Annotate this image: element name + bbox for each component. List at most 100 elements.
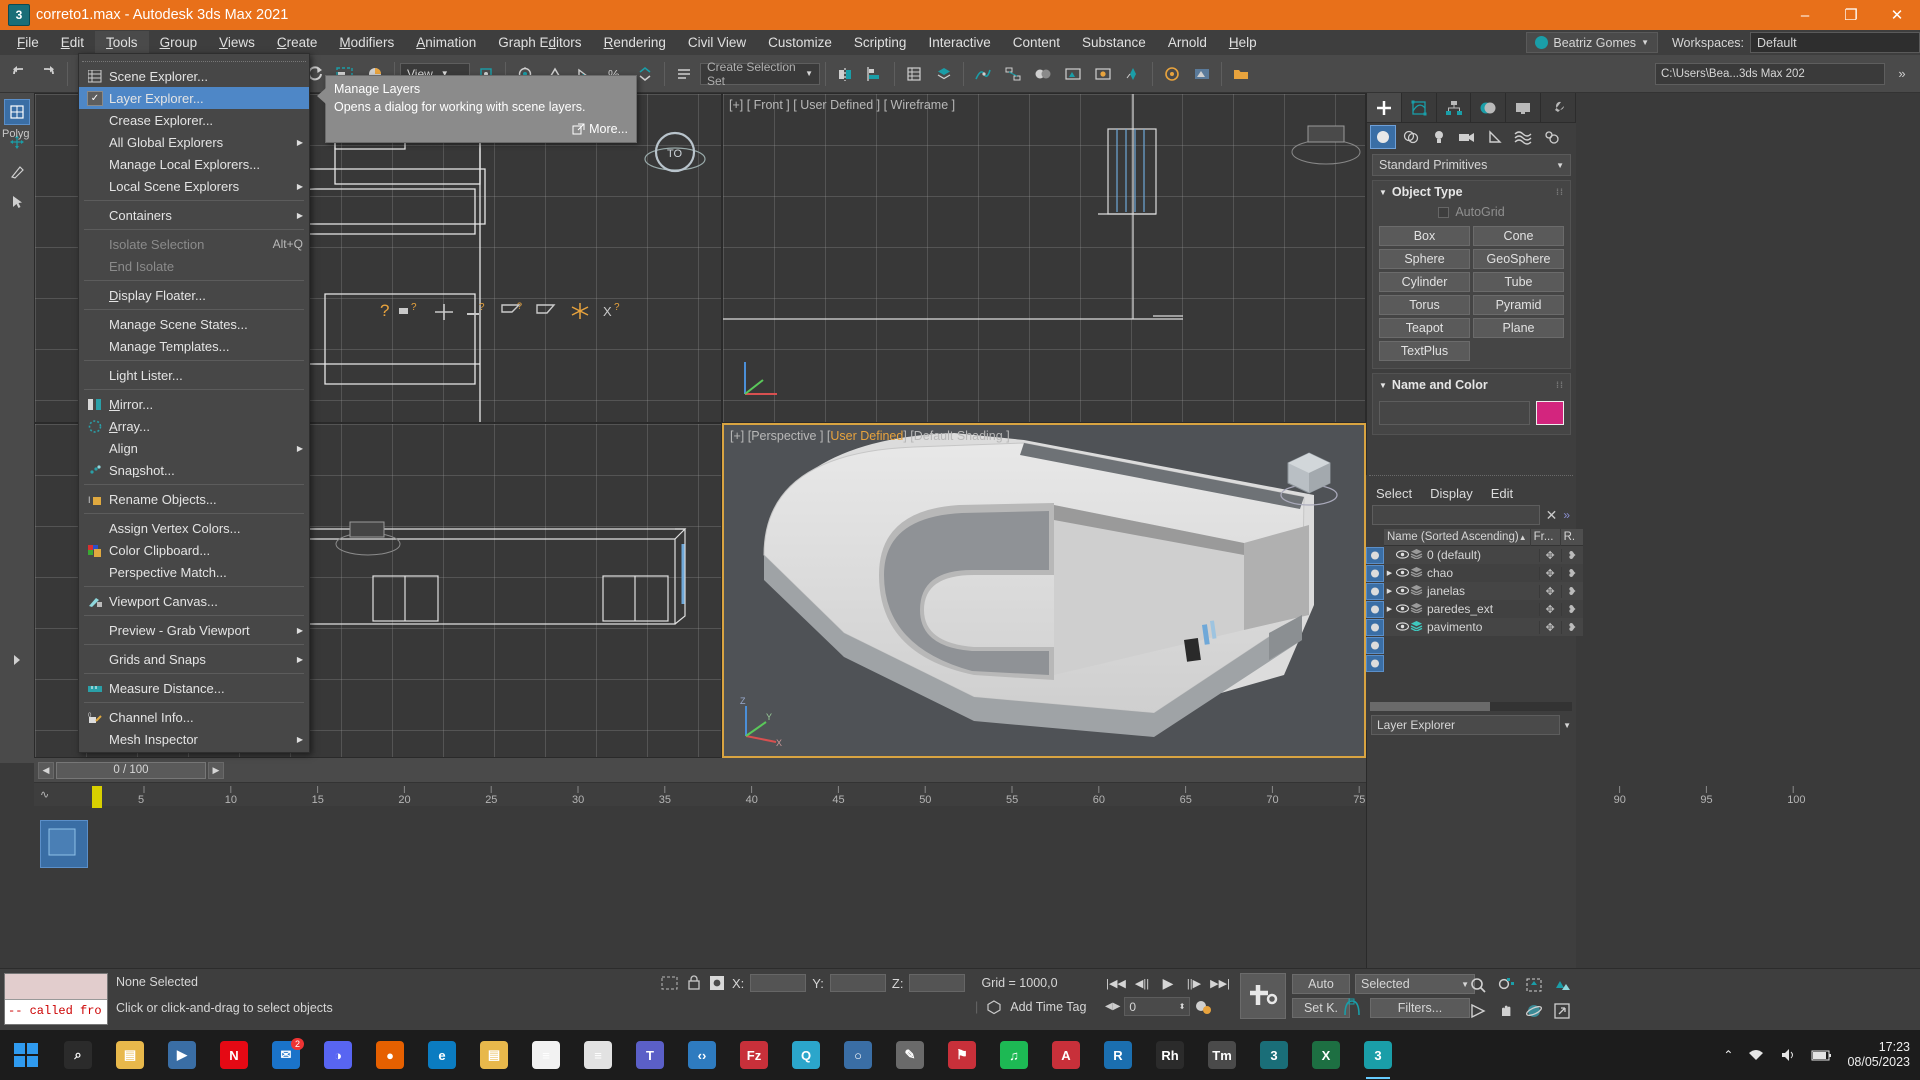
tools-menu-display-floater[interactable]: Display Floater... [79, 284, 309, 306]
edit-named-selection-icon[interactable] [670, 60, 698, 88]
menu-rendering[interactable]: Rendering [593, 31, 677, 54]
primitive-tube-button[interactable]: Tube [1473, 272, 1564, 292]
menu-help[interactable]: Help [1218, 31, 1268, 54]
menu-file[interactable]: File [6, 31, 50, 54]
layer-name[interactable]: paredes_ext [1424, 602, 1539, 616]
discord-icon[interactable]: ◑ [312, 1030, 364, 1080]
primitive-cone-button[interactable]: Cone [1473, 226, 1564, 246]
lights-icon[interactable] [1426, 125, 1452, 149]
time-slider-handle[interactable]: 0 / 100 [56, 761, 206, 779]
rhino-icon[interactable]: Rh [1144, 1030, 1196, 1080]
cameras-icon[interactable] [1454, 125, 1480, 149]
time-prev-button[interactable]: ◀ [38, 761, 54, 779]
display-tab-icon[interactable] [1506, 93, 1542, 122]
freeze-toggle-icon[interactable]: ✥ [1538, 548, 1561, 562]
layer-name[interactable]: 0 (default) [1424, 548, 1539, 562]
close-button[interactable]: ✕ [1874, 0, 1920, 30]
clear-x-icon[interactable]: ✕ [1546, 507, 1558, 524]
tools-menu-scene-explorer[interactable]: Scene Explorer... [79, 65, 309, 87]
expand-triangle-icon[interactable]: ▶ [1384, 605, 1395, 613]
go-to-end-icon[interactable]: ▶▶| [1209, 973, 1231, 993]
viewport-front[interactable]: [+] [ Front ] [ User Defined ] [ Wirefra… [722, 93, 1366, 423]
caddy-question-icon[interactable]: ? [380, 301, 389, 321]
render-toggle-icon[interactable]: ❥ [1560, 566, 1583, 580]
layer-row[interactable]: ▶ paredes_ext ✥ ❥ [1384, 600, 1583, 618]
primitive-box-button[interactable]: Box [1379, 226, 1470, 246]
tools-menu-local-scene-explorers[interactable]: Local Scene Explorers ▶ [79, 175, 309, 197]
select-arrow-icon[interactable] [4, 189, 30, 215]
tools-menu-preview-grab-viewport[interactable]: Preview - Grab Viewport ▶ [79, 619, 309, 641]
layer-explorer-name-field[interactable]: Layer Explorer [1371, 715, 1561, 735]
teams-icon[interactable]: T [624, 1030, 676, 1080]
visibility-eye-icon[interactable] [1395, 548, 1409, 562]
workspace-select[interactable]: Default [1750, 32, 1920, 53]
expand-triangle-icon[interactable]: ▶ [1384, 587, 1395, 595]
helpers-icon[interactable] [1366, 619, 1384, 636]
zoom-icon[interactable] [1465, 973, 1491, 997]
menu-modifiers[interactable]: Modifiers [328, 31, 405, 54]
open-explorer-icon[interactable] [1158, 60, 1186, 88]
edit-poly-icon[interactable] [4, 159, 30, 185]
tools-menu-array[interactable]: Array... [79, 415, 309, 437]
lights-icon[interactable] [1366, 583, 1384, 600]
render-toggle-icon[interactable]: ❥ [1560, 584, 1583, 598]
tools-menu-layer-explorer[interactable]: ✓ Layer Explorer... [79, 87, 309, 109]
menu-tools[interactable]: Tools [95, 31, 149, 54]
wifi-icon[interactable] [1747, 1047, 1765, 1063]
layer-name[interactable]: chao [1424, 566, 1539, 580]
layer-name[interactable]: janelas [1424, 584, 1539, 598]
field-of-view-icon[interactable] [1465, 999, 1491, 1023]
align-icon[interactable] [861, 60, 889, 88]
primitive-sphere-button[interactable]: Sphere [1379, 249, 1470, 269]
pdf-icon[interactable]: ≡ [572, 1030, 624, 1080]
tools-menu-containers[interactable]: Containers ▶ [79, 204, 309, 226]
key-mode-toggle-icon[interactable]: ◀▶ [1105, 1001, 1120, 1012]
project-folder-icon[interactable] [1227, 60, 1255, 88]
maxscript-mini-listener[interactable]: -- called fro [4, 973, 108, 1025]
primitive-textplus-button[interactable]: TextPlus [1379, 341, 1470, 361]
render-toggle-icon[interactable]: ❥ [1560, 602, 1583, 616]
edge-icon[interactable]: e [416, 1030, 468, 1080]
render-production-icon[interactable] [1119, 60, 1147, 88]
primitive-geosphere-button[interactable]: GeoSphere [1473, 249, 1564, 269]
maximize-viewport-icon[interactable] [1549, 999, 1575, 1023]
viewcube-top[interactable]: TO [640, 119, 710, 192]
tools-menu-all-global-explorers[interactable]: All Global Explorers ▶ [79, 131, 309, 153]
space-warps-icon[interactable] [1510, 125, 1536, 149]
tools-menu-color-clipboard[interactable]: Color Clipboard... [79, 539, 309, 561]
hierarchy-tab-icon[interactable] [1437, 93, 1472, 122]
menu-create[interactable]: Create [266, 31, 329, 54]
viewport-perspective-label[interactable]: [+] [Perspective ] [User Defined] [Defau… [730, 429, 1010, 443]
layer-col-name[interactable]: Name (Sorted Ascending) [1387, 529, 1519, 546]
3dsmax-active-icon[interactable]: 3 [1352, 1030, 1404, 1080]
freeze-toggle-icon[interactable]: ✥ [1538, 620, 1561, 634]
netflix-icon[interactable]: N [208, 1030, 260, 1080]
excel-icon[interactable]: X [1300, 1030, 1352, 1080]
quick-render-icon[interactable] [1188, 60, 1216, 88]
layer-col-render[interactable]: R. [1561, 529, 1583, 546]
modify-tab-icon[interactable] [1402, 93, 1437, 122]
utilities-tab-icon[interactable] [1541, 93, 1576, 122]
menu-customize[interactable]: Customize [757, 31, 843, 54]
zoom-extents-all-icon[interactable] [1549, 973, 1575, 997]
previous-frame-icon[interactable]: ◀|| [1131, 973, 1153, 993]
add-time-tag-row[interactable]: | Add Time Tag [975, 999, 1086, 1015]
tools-menu-mirror[interactable]: Mirror... [79, 393, 309, 415]
set-key-button[interactable] [1240, 973, 1286, 1019]
primitive-plane-button[interactable]: Plane [1473, 318, 1564, 338]
double-chevron-icon[interactable]: » [1563, 508, 1570, 522]
menu-graph-editors[interactable]: Graph Editors [487, 31, 592, 54]
menu-group[interactable]: Group [149, 31, 209, 54]
space-warps-icon[interactable] [1366, 637, 1384, 654]
z-input[interactable] [909, 974, 966, 992]
key-filter-select[interactable]: Selected ▼ [1355, 974, 1475, 994]
visibility-eye-icon[interactable] [1395, 620, 1409, 634]
tools-menu-crease-explorer[interactable]: Crease Explorer... [79, 109, 309, 131]
visibility-eye-icon[interactable] [1395, 584, 1409, 598]
schematic-view-icon[interactable] [999, 60, 1027, 88]
undo-icon[interactable] [4, 60, 32, 88]
object-color-swatch[interactable] [1536, 401, 1564, 425]
layer-col-freeze[interactable]: Fr... [1531, 528, 1561, 546]
primitive-teapot-button[interactable]: Teapot [1379, 318, 1470, 338]
tools-menu-snapshot[interactable]: Snapshot... [79, 459, 309, 481]
